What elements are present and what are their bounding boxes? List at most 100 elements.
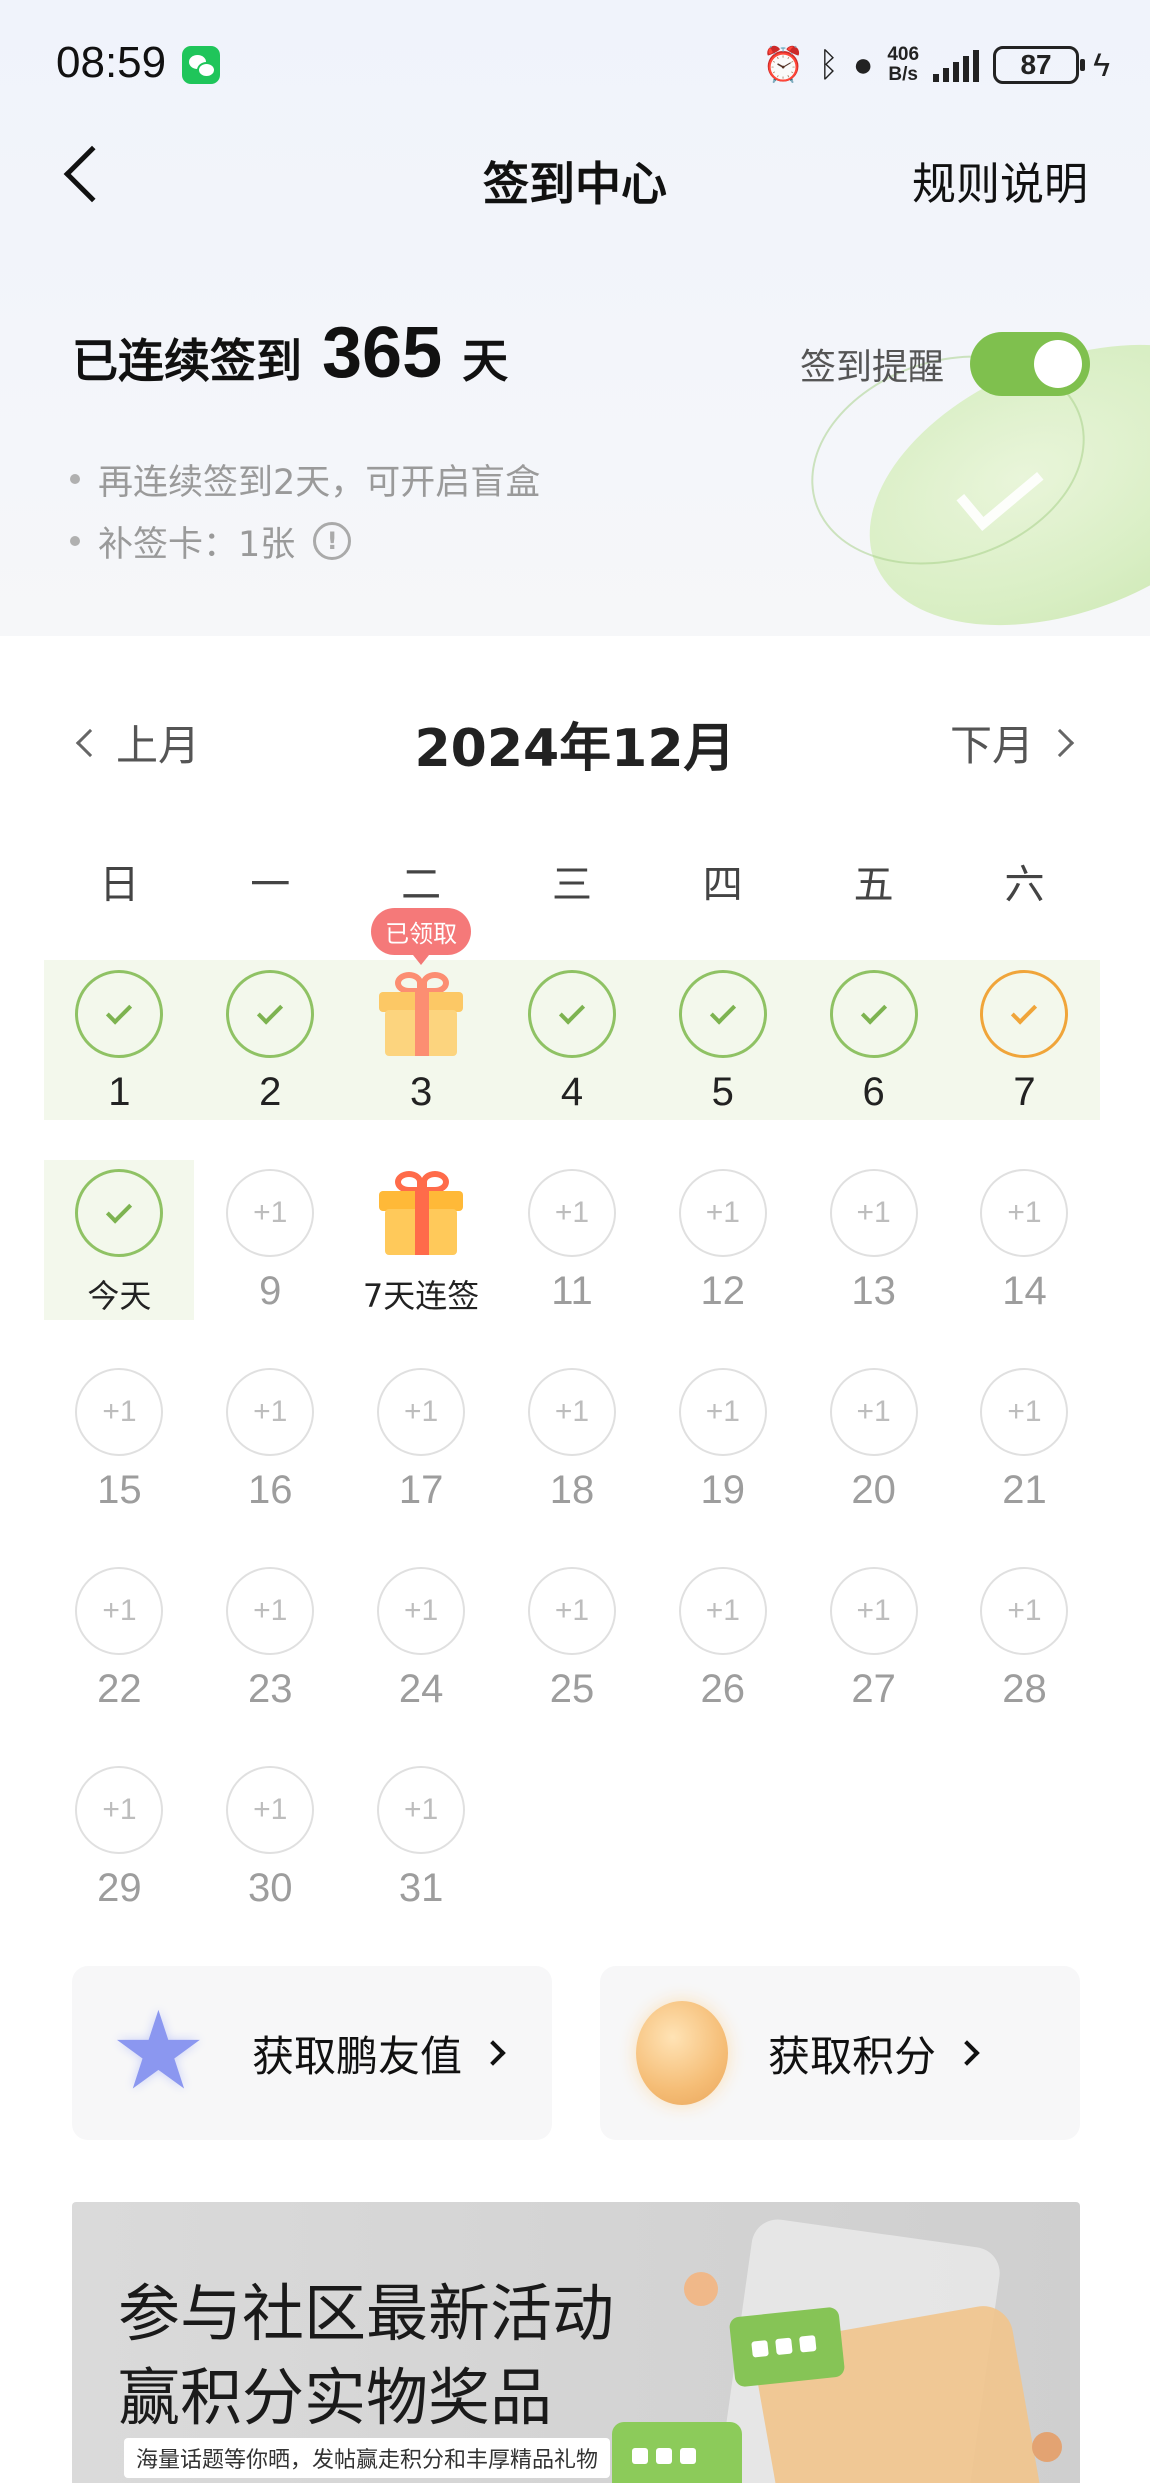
calendar-day[interactable]: +1 14 — [949, 1169, 1100, 1368]
reward-cards: 获取鹏友值 获取积分 — [72, 1966, 1080, 2140]
get-points-card[interactable]: 获取积分 — [600, 1966, 1080, 2140]
plus-one-badge: +1 — [980, 1169, 1069, 1257]
charging-icon: ϟ — [1093, 46, 1110, 83]
streak-summary: 已连续签到 365 天 — [72, 312, 508, 394]
calendar-day[interactable]: 7 — [949, 970, 1100, 1169]
check-icon — [527, 970, 616, 1058]
get-friend-points-card[interactable]: 获取鹏友值 — [72, 1966, 552, 2140]
plus-one-badge: +1 — [226, 1169, 315, 1257]
card-label: 获取积分 — [768, 2031, 937, 2081]
calendar-day[interactable]: +1 31 — [346, 1766, 497, 1965]
calendar-day[interactable]: +1 26 — [647, 1567, 798, 1766]
check-icon — [226, 970, 315, 1058]
calendar-day[interactable]: +1 25 — [497, 1567, 648, 1766]
reminder-label: 签到提醒 — [800, 347, 945, 388]
check-icon — [75, 1169, 164, 1257]
coin-icon — [636, 2001, 728, 2105]
day-number: 15 — [97, 1468, 142, 1512]
reminder-toggle[interactable] — [970, 332, 1091, 396]
calendar-week-row: 1 2 已领取 3 4 5 6 7 — [44, 908, 1100, 1169]
plus-one-badge: +1 — [377, 1567, 466, 1655]
notes-list: 再连续签到2天，可开启盲盒 补签卡：1张 ! — [70, 448, 540, 572]
chevron-right-icon — [1045, 728, 1075, 757]
calendar-day[interactable]: 5 — [647, 970, 798, 1169]
day-number: 29 — [97, 1866, 142, 1910]
calendar-day[interactable]: 已领取 3 — [346, 908, 497, 1169]
calendar-day[interactable]: +1 19 — [647, 1368, 798, 1567]
calendar-day[interactable]: +1 15 — [44, 1368, 195, 1567]
plus-one-badge: +1 — [75, 1368, 164, 1456]
banner-title: 参与社区最新活动 赢积分实物奖品 — [118, 2272, 614, 2440]
calendar-day[interactable]: +1 29 — [44, 1766, 195, 1965]
calendar-day[interactable]: 4 — [497, 970, 648, 1169]
net-speed-unit: B/s — [888, 64, 918, 85]
calendar-day[interactable]: 今天 — [44, 1169, 195, 1368]
calendar-day[interactable]: +1 20 — [798, 1368, 949, 1567]
calendar-day[interactable]: 1 — [44, 970, 195, 1169]
weekday-label: 五 — [853, 862, 894, 908]
weekday-header: 日 一 二 三 四 五 六 — [44, 852, 1100, 910]
day-number: 12 — [700, 1269, 746, 1313]
calendar-day[interactable]: 6 — [798, 970, 949, 1169]
plus-one-badge: +1 — [527, 1169, 616, 1257]
next-month-button[interactable]: 下月 — [950, 712, 1075, 773]
note-text: 再连续签到2天，可开启盲盒 — [98, 462, 541, 503]
calendar-day[interactable]: +1 21 — [949, 1368, 1100, 1567]
calendar-day[interactable]: +1 12 — [647, 1169, 798, 1368]
calendar-day[interactable]: +1 18 — [497, 1368, 648, 1567]
streak-suffix: 天 — [462, 334, 509, 388]
decorative-ball — [1032, 2432, 1062, 2462]
gift-icon[interactable] — [377, 1169, 465, 1257]
month-nav: 上月 2024年12月 下月 — [0, 700, 1150, 780]
bullet — [70, 474, 80, 484]
plus-one-badge: +1 — [678, 1567, 767, 1655]
calendar-day[interactable]: +1 11 — [497, 1169, 648, 1368]
calendar-day[interactable]: +1 22 — [44, 1567, 195, 1766]
card-label: 获取鹏友值 — [252, 2031, 463, 2081]
note-item: 补签卡：1张 ! — [70, 510, 540, 572]
plus-one-badge: +1 — [377, 1368, 466, 1456]
plus-one-badge: +1 — [75, 1766, 164, 1854]
check-icon — [678, 970, 767, 1058]
calendar-day[interactable]: +1 23 — [195, 1567, 346, 1766]
day-number: 13 — [851, 1269, 896, 1313]
day-number: 3 — [409, 1070, 433, 1114]
location-icon: ● — [852, 45, 874, 84]
chat-bubble-icon — [728, 2306, 846, 2388]
day-number: 19 — [700, 1468, 746, 1512]
wechat-icon — [182, 46, 220, 84]
calendar-week-row: 今天 +1 9 7天连签 +1 11 +1 12 +1 13 +1 14 — [44, 1169, 1100, 1368]
calendar-day[interactable]: 7天连签 — [346, 1169, 497, 1368]
plus-one-badge: +1 — [678, 1169, 767, 1257]
bullet — [70, 536, 80, 546]
gift-icon[interactable]: 已领取 — [371, 908, 472, 1058]
nav-bar: 签到中心 规则说明 — [0, 130, 1150, 220]
calendar-day[interactable]: +1 13 — [798, 1169, 949, 1368]
calendar-day[interactable]: 2 — [195, 970, 346, 1169]
calendar-week-row: +1 15 +1 16 +1 17 +1 18 +1 19 +1 20 +1 21 — [44, 1368, 1100, 1567]
calendar-day[interactable]: +1 17 — [346, 1368, 497, 1567]
promo-banner[interactable]: 参与社区最新活动 赢积分实物奖品 海量话题等你晒，发帖赢走积分和丰厚精品礼物 — [72, 2202, 1080, 2483]
calendar-day[interactable]: +1 27 — [798, 1567, 949, 1766]
status-icons: ⏰ ᛒ ● 406 B/s 87 ϟ — [762, 40, 1110, 90]
weekday-label: 一 — [250, 862, 291, 908]
calendar-week-row: +1 29 +1 30 +1 31 — [44, 1766, 1100, 1965]
plus-one-badge: +1 — [527, 1368, 616, 1456]
check-icon — [829, 970, 918, 1058]
plus-one-badge: +1 — [527, 1567, 616, 1655]
plus-one-badge: +1 — [829, 1567, 918, 1655]
calendar-day[interactable]: +1 16 — [195, 1368, 346, 1567]
rules-button[interactable]: 规则说明 — [912, 148, 1088, 212]
status-bar: 08:59 ⏰ ᛒ ● 406 B/s 87 ϟ — [0, 30, 1150, 100]
day-number: 30 — [248, 1866, 293, 1910]
net-speed-value: 406 — [887, 44, 920, 65]
calendar-day[interactable]: +1 28 — [949, 1567, 1100, 1766]
calendar-day[interactable]: +1 24 — [346, 1567, 497, 1766]
day-number: 23 — [248, 1667, 293, 1711]
info-icon[interactable]: ! — [313, 522, 352, 560]
chevron-right-icon — [480, 2040, 506, 2066]
calendar-day[interactable]: +1 30 — [195, 1766, 346, 1965]
calendar-day[interactable]: +1 9 — [195, 1169, 346, 1368]
banner-title-line: 赢积分实物奖品 — [118, 2361, 553, 2434]
battery-icon: 87 — [993, 46, 1086, 84]
